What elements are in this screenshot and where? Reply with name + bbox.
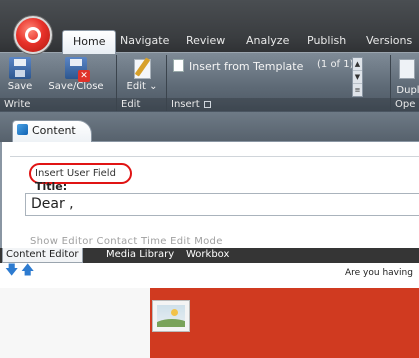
preview-banner [150,288,419,358]
title-field-label: Title: [35,180,68,193]
insert-group-label-text: Insert [171,99,200,110]
ribbon-group-open: Dupl Ope [391,55,419,111]
ribbon-group-label-edit: Edit [117,98,166,111]
landscape-image-icon [157,305,185,327]
ribbon-group-label-write: Write [0,98,116,111]
save-close-button[interactable]: Save/Close [38,55,114,92]
application-menu-orb-icon[interactable] [14,16,52,54]
ribbon-group-insert: Insert from Template (1 of 1) ▲ ▼ ≡ Inse… [167,55,391,111]
edit-icon [131,57,153,79]
tab-content-label: Content [32,124,76,137]
gallery-scrollbar[interactable]: ▲ ▼ ≡ [352,57,363,97]
ribbon-group-edit: Edit ⌄ Edit [117,55,167,111]
ribbon-group-write: Save Save/Close Write [0,55,117,111]
edit-button-label: Edit [126,81,146,92]
tab-publish[interactable]: Publish [307,31,346,51]
save-button[interactable]: Save [2,55,38,92]
scroll-down-icon[interactable]: ▼ [353,71,362,84]
tab-review[interactable]: Review [186,31,225,51]
scroll-up-icon[interactable]: ▲ [353,58,362,71]
ribbon-group-label-open: Ope [391,98,419,111]
document-icon [173,59,184,72]
gallery-pager: (1 of 1) [317,59,354,70]
ribbon-group-label-insert: Insert [167,98,390,111]
duplicate-icon [399,59,415,79]
content-tab-bar: Content [0,112,419,142]
ribbon-tab-strip: Home Navigate Review Analyze Publish Ver… [0,0,419,54]
title-field-input[interactable]: Dear , [25,193,419,216]
preview-teaser-text: Are you having [345,268,413,278]
preview-left-pane [0,288,150,358]
tab-versions[interactable]: Versions [366,31,412,51]
save-icon [9,57,31,79]
editor-options-row: Show Editor Contact Time Edit Mode [30,236,223,247]
tab-navigate[interactable]: Navigate [120,31,169,51]
edit-button[interactable]: Edit ⌄ [121,55,163,92]
save-button-label: Save [7,81,33,92]
orb-ring-icon [25,27,41,43]
insert-from-template-item[interactable]: Insert from Template [173,59,303,73]
bottom-tab-strip: Content Editor Media Library Workbox [0,248,419,263]
gallery-expand-icon[interactable]: ≡ [353,84,362,97]
save-close-button-label: Save/Close [48,81,104,92]
chevron-down-icon: ⌄ [145,81,158,92]
tab-analyze[interactable]: Analyze [246,31,289,51]
save-close-icon [65,57,90,82]
content-cube-icon [17,124,28,135]
image-thumbnail[interactable] [152,300,190,332]
insert-from-template-label: Insert from Template [189,60,304,73]
arrow-down-icon[interactable]: 🡇 [5,264,18,277]
arrow-up-icon[interactable]: 🡅 [21,264,34,277]
duplicate-button[interactable]: Dupl [395,85,419,96]
tab-home[interactable]: Home [62,30,117,54]
editor-divider [10,156,419,157]
tab-content[interactable]: Content [12,120,92,142]
ribbon-body: Save Save/Close Write Edit ⌄ Edit Insert… [0,52,419,112]
tab-workbox[interactable]: Workbox [183,248,232,263]
dialog-launcher-icon[interactable] [203,101,211,108]
tab-content-editor[interactable]: Content Editor [2,248,83,263]
tab-media-library[interactable]: Media Library [103,248,177,263]
